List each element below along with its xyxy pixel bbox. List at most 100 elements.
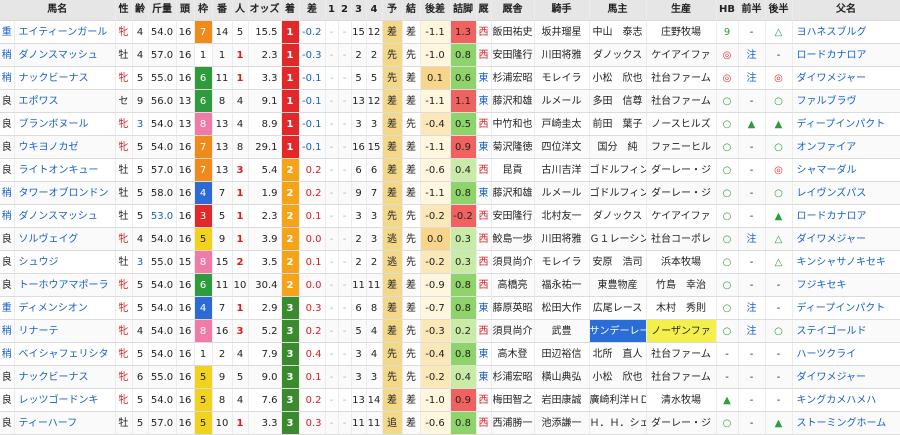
sire-link[interactable]: キングカメハメハ [792,388,900,412]
sire-link[interactable]: ディープインパクト [792,112,900,136]
header-cell[interactable]: 人 [232,0,249,21]
table-row[interactable]: 良トーホウアマポーラ牝 5 54.0 16 6 11 10 30.4 2 0.0- -11 11 差差 -… [0,273,900,297]
header-cell[interactable]: 後差 [420,0,451,21]
sire-link[interactable]: フジキセキ [792,273,900,297]
trainer-cell: 中竹和也 [491,112,535,136]
header-cell[interactable]: 齢 [132,0,149,21]
horse-name-link[interactable]: ナックビーナス [14,66,116,90]
header-cell[interactable]: 馬主 [589,0,647,21]
header-cell[interactable]: オッズ [248,0,282,21]
header-cell[interactable]: 番 [212,0,233,21]
header-cell[interactable]: 後半 [765,0,793,21]
second-half-mark-cell: ○ [765,135,793,159]
corner1-cell: - [325,227,339,251]
horse-name-link[interactable]: シュウジ [14,250,116,274]
horse-name-link[interactable]: ダノンスマッシュ [14,204,116,228]
header-cell[interactable]: 差 [299,0,326,21]
table-row[interactable]: 稍ベイシャフェリシタ牝 5 54.0 16 1 2 4 7.9 3 0.4- -3 4 先先 -0.4 0.… [0,342,900,366]
table-row[interactable]: 重ディメンシオン牝 5 54.0 16 4 7 1 2.9 3 0.3- -6 8 差差 -0.7 0.8 東… [0,296,900,320]
table-row[interactable]: 良レッツゴードンキ牝 5 54.0 16 5 8 4 7.6 3 0.2- -13 14 差差 -1.0 0… [0,388,900,412]
breeder-cell: 清水牧場 [646,388,717,412]
horse-name-link[interactable]: レッツゴードンキ [14,388,116,412]
horse-name-link[interactable]: ブランボヌール [14,112,116,136]
table-row[interactable]: 良ナックビーナス牝 6 55.0 16 5 9 5 9.0 3 0.1- -3 3 先先 -0.2 0.4 東… [0,365,900,389]
sire-link[interactable]: ダイワメジャー [792,227,900,251]
field-size-cell: 16 [176,296,195,320]
table-row[interactable]: 良ウキヨノカゼ牝 5 54.0 16 7 13 8 29.1 1 -0.1- -16 15 差差 -1.1… [0,135,900,159]
finish-cell: 3 [281,296,300,320]
table-row[interactable]: 稍タワーオブロンドン牡 5 58.0 16 4 7 1 1.9 2 0.2- -9 7 差差 -1.1 0.… [0,181,900,205]
horse-name-link[interactable]: ベイシャフェリシタ [14,342,116,366]
header-cell[interactable]: 厩舎 [491,0,535,21]
sire-link[interactable]: ハーツクライ [792,342,900,366]
horse-name-link[interactable]: ダノンスマッシュ [14,43,116,67]
header-cell[interactable]: 予 [382,0,403,21]
sire-link[interactable]: シャマーダル [792,158,900,182]
sire-link[interactable]: ストーミングホーム [792,411,900,435]
header-cell[interactable]: 斤量 [148,0,177,21]
header-cell[interactable]: 性 [115,0,133,21]
table-row[interactable]: 良ライトオンキュー牡 5 57.0 16 7 13 3 5.4 2 0.2- -6 6 差差 -0.6 0.… [0,158,900,182]
horse-name-link[interactable]: エイティーンガール [14,20,116,44]
header-cell[interactable]: 枠 [194,0,213,21]
table-row[interactable]: 重エイティーンガール牝 4 54.0 16 7 14 5 15.5 1 -0.2- -15 12 差差 -… [0,20,900,44]
horse-name-link[interactable]: ティーハーフ [14,411,116,435]
horse-name-link[interactable]: エポワス [14,89,116,113]
header-cell[interactable]: 着 [281,0,300,21]
table-row[interactable]: 稍ナックビーナス牝 5 55.0 16 6 11 1 3.3 1 -0.1- -5 5 先差 0.1 0.6… [0,66,900,90]
header-cell[interactable]: HB [716,0,739,21]
stable-region-cell: 東 [476,89,492,113]
header-cell[interactable]: 父名 [792,0,900,21]
header-cell[interactable]: 生産 [646,0,717,21]
closing-cell: 0.2 [450,319,477,343]
trainer-cell: 藤原英昭 [491,296,535,320]
header-horse-name[interactable]: 馬名 [0,0,116,21]
second-half-mark-cell: - [765,342,793,366]
header-cell[interactable]: 3 [351,0,367,21]
header-cell[interactable]: 頭 [176,0,195,21]
table-row[interactable]: 稍ダノンスマッシュ牡 4 57.0 16 1 1 1 2.3 1 -0.3- -2 2 先先 -1.0 0.… [0,43,900,67]
sire-link[interactable]: ステイゴールド [792,319,900,343]
header-cell[interactable]: 4 [366,0,383,21]
header-cell[interactable]: 結 [402,0,421,21]
jockey-cell: 戸崎圭太 [534,112,590,136]
result-style-cell: 差 [402,181,421,205]
sire-link[interactable]: ヨハネスブルグ [792,20,900,44]
sire-link[interactable]: ファルブラヴ [792,89,900,113]
owner-cell: ダノックス [589,204,647,228]
header-cell[interactable]: 2 [338,0,352,21]
owner-cell: ダノックス [589,43,647,67]
horse-name-link[interactable]: タワーオブロンドン [14,181,116,205]
sire-link[interactable]: ダイワメジャー [792,365,900,389]
header-cell[interactable]: 厩 [476,0,492,21]
sire-link[interactable]: ロードカナロア [792,204,900,228]
horse-name-link[interactable]: ナックビーナス [14,365,116,389]
table-row[interactable]: 良シュウジ牡 3 55.0 15 8 15 2 3.5 2 0.1- -2 2 逃先 -0.2 0.3 西須貝… [0,250,900,274]
header-cell[interactable]: 騎手 [534,0,590,21]
table-row[interactable]: 良ソルヴェイグ牝 4 54.0 16 5 9 1 3.9 2 0.0- -2 3 逃先 0.0 0.3 西鮫島… [0,227,900,251]
table-row[interactable]: 稍ダノンスマッシュ牡 5 53.0 16 3 5 1 2.3 2 0.1- -3 3 先先 -0.2 -0.… [0,204,900,228]
weight-cell: 55.0 [148,250,177,274]
horse-name-link[interactable]: ウキヨノカゼ [14,135,116,159]
horse-name-link[interactable]: ディメンシオン [14,296,116,320]
weight-cell: 57.0 [148,411,177,435]
horse-name-link[interactable]: ソルヴェイグ [14,227,116,251]
header-cell[interactable]: 詰脚 [450,0,477,21]
sire-link[interactable]: ダイワメジャー [792,66,900,90]
sire-link[interactable]: オンファイア [792,135,900,159]
table-row[interactable]: 良ティーハーフ牡 5 57.0 16 5 10 1 3.3 3 0.3- -11 11 追差 -0.6 0.… [0,411,900,435]
table-row[interactable]: 良ブランボヌール牝 3 54.0 13 8 13 4 8.9 1 -0.1- -3 3 差先 -0.4 0.… [0,112,900,136]
sire-link[interactable]: レイヴンズパス [792,181,900,205]
header-cell[interactable]: 1 [325,0,339,21]
header-cell[interactable]: 前半 [738,0,766,21]
table-row[interactable]: 稍リナーテ牝 4 54.0 16 8 16 3 5.2 3 0.2- -5 4 差先 -0.3 0.2 西須貝… [0,319,900,343]
sire-link[interactable]: キンシャサノキセキ [792,250,900,274]
table-row[interactable]: 良エポワスセ 9 56.0 13 6 8 4 9.1 1 -0.1- -13 12 差差 -1.1 1.1 東… [0,89,900,113]
sire-link[interactable]: ディープインパクト [792,296,900,320]
horse-name-link[interactable]: リナーテ [14,319,116,343]
horse-name-link[interactable]: トーホウアマポーラ [14,273,116,297]
horse-name-link[interactable]: ライトオンキュー [14,158,116,182]
sire-link[interactable]: ロードカナロア [792,43,900,67]
age-cell: 5 [132,158,149,182]
corner3-cell: 3 [351,204,367,228]
